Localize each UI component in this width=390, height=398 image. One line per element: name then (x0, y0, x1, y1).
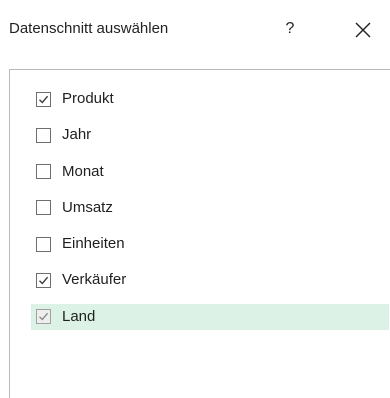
field-checkbox[interactable] (36, 272, 51, 288)
field-item-land[interactable]: Land (31, 303, 389, 330)
field-label: Einheiten (62, 235, 125, 253)
field-item-umsatz[interactable]: Umsatz (31, 195, 389, 221)
field-item-verkaeufer[interactable]: Verkäufer (31, 267, 389, 293)
field-checkbox[interactable] (36, 309, 51, 325)
title-bar: Datenschnitt auswählen ? (0, 0, 390, 50)
checkmark-icon (39, 313, 49, 321)
field-checkbox[interactable] (36, 236, 51, 252)
field-item-monat[interactable]: Monat (31, 159, 389, 185)
field-label: Produkt (62, 90, 114, 107)
close-icon (355, 22, 371, 38)
field-checkbox[interactable] (36, 164, 51, 180)
dialog-title: Datenschnitt auswählen (9, 20, 169, 37)
field-item-produkt[interactable]: Produkt (31, 86, 389, 112)
help-button[interactable]: ? (280, 18, 300, 40)
slicer-dialog: Datenschnitt auswählen ? Produkt Jahr Mo… (0, 0, 390, 398)
field-list-panel: Produkt Jahr Monat Umsatz Einheiten Verk… (9, 69, 390, 398)
field-label: Land (62, 307, 96, 325)
close-button[interactable] (351, 18, 375, 42)
field-checkbox[interactable] (36, 127, 51, 143)
field-item-einheiten[interactable]: Einheiten (31, 231, 389, 257)
field-checkbox[interactable] (36, 200, 51, 216)
field-label: Jahr (62, 126, 92, 144)
field-list: Produkt Jahr Monat Umsatz Einheiten Verk… (31, 86, 389, 340)
checkmark-icon (39, 276, 49, 285)
field-label: Umsatz (62, 198, 113, 216)
field-label: Verkäufer (62, 271, 127, 289)
checkmark-icon (39, 95, 49, 104)
field-label: Monat (62, 162, 104, 180)
field-item-jahr[interactable]: Jahr (31, 122, 389, 148)
field-checkbox[interactable] (36, 91, 51, 107)
